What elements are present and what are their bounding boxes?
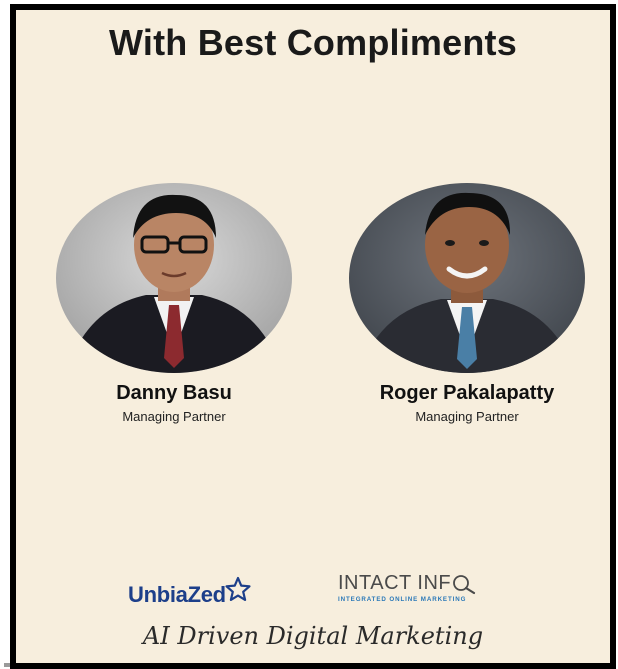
portrait-roger-pakalapatty <box>349 183 585 373</box>
portrait-danny-basu <box>56 183 292 373</box>
unbiazed-logo: UnbiaZed <box>128 572 252 608</box>
compliments-card: With Best Compliments Danny Basu Managin… <box>10 4 616 669</box>
person-name-1: Danny Basu <box>116 382 232 404</box>
unbiazed-logo-text: UnbiaZed <box>128 582 226 607</box>
tagline: AI Driven Digital Marketing <box>142 622 484 650</box>
intact-info-logo: INTACT INF INTEGRATED ONLINE MARKETING <box>338 572 528 603</box>
intact-logo-text: INTACT INF <box>338 572 452 594</box>
intact-logo-subtitle: INTEGRATED ONLINE MARKETING <box>338 596 467 603</box>
star-outline-icon <box>225 576 251 601</box>
page-title: With Best Compliments <box>109 22 517 63</box>
person-role-1: Managing Partner <box>122 409 226 424</box>
person-role-2: Managing Partner <box>415 409 519 424</box>
magnifier-icon <box>453 574 476 594</box>
person-name-2: Roger Pakalapatty <box>379 382 555 404</box>
